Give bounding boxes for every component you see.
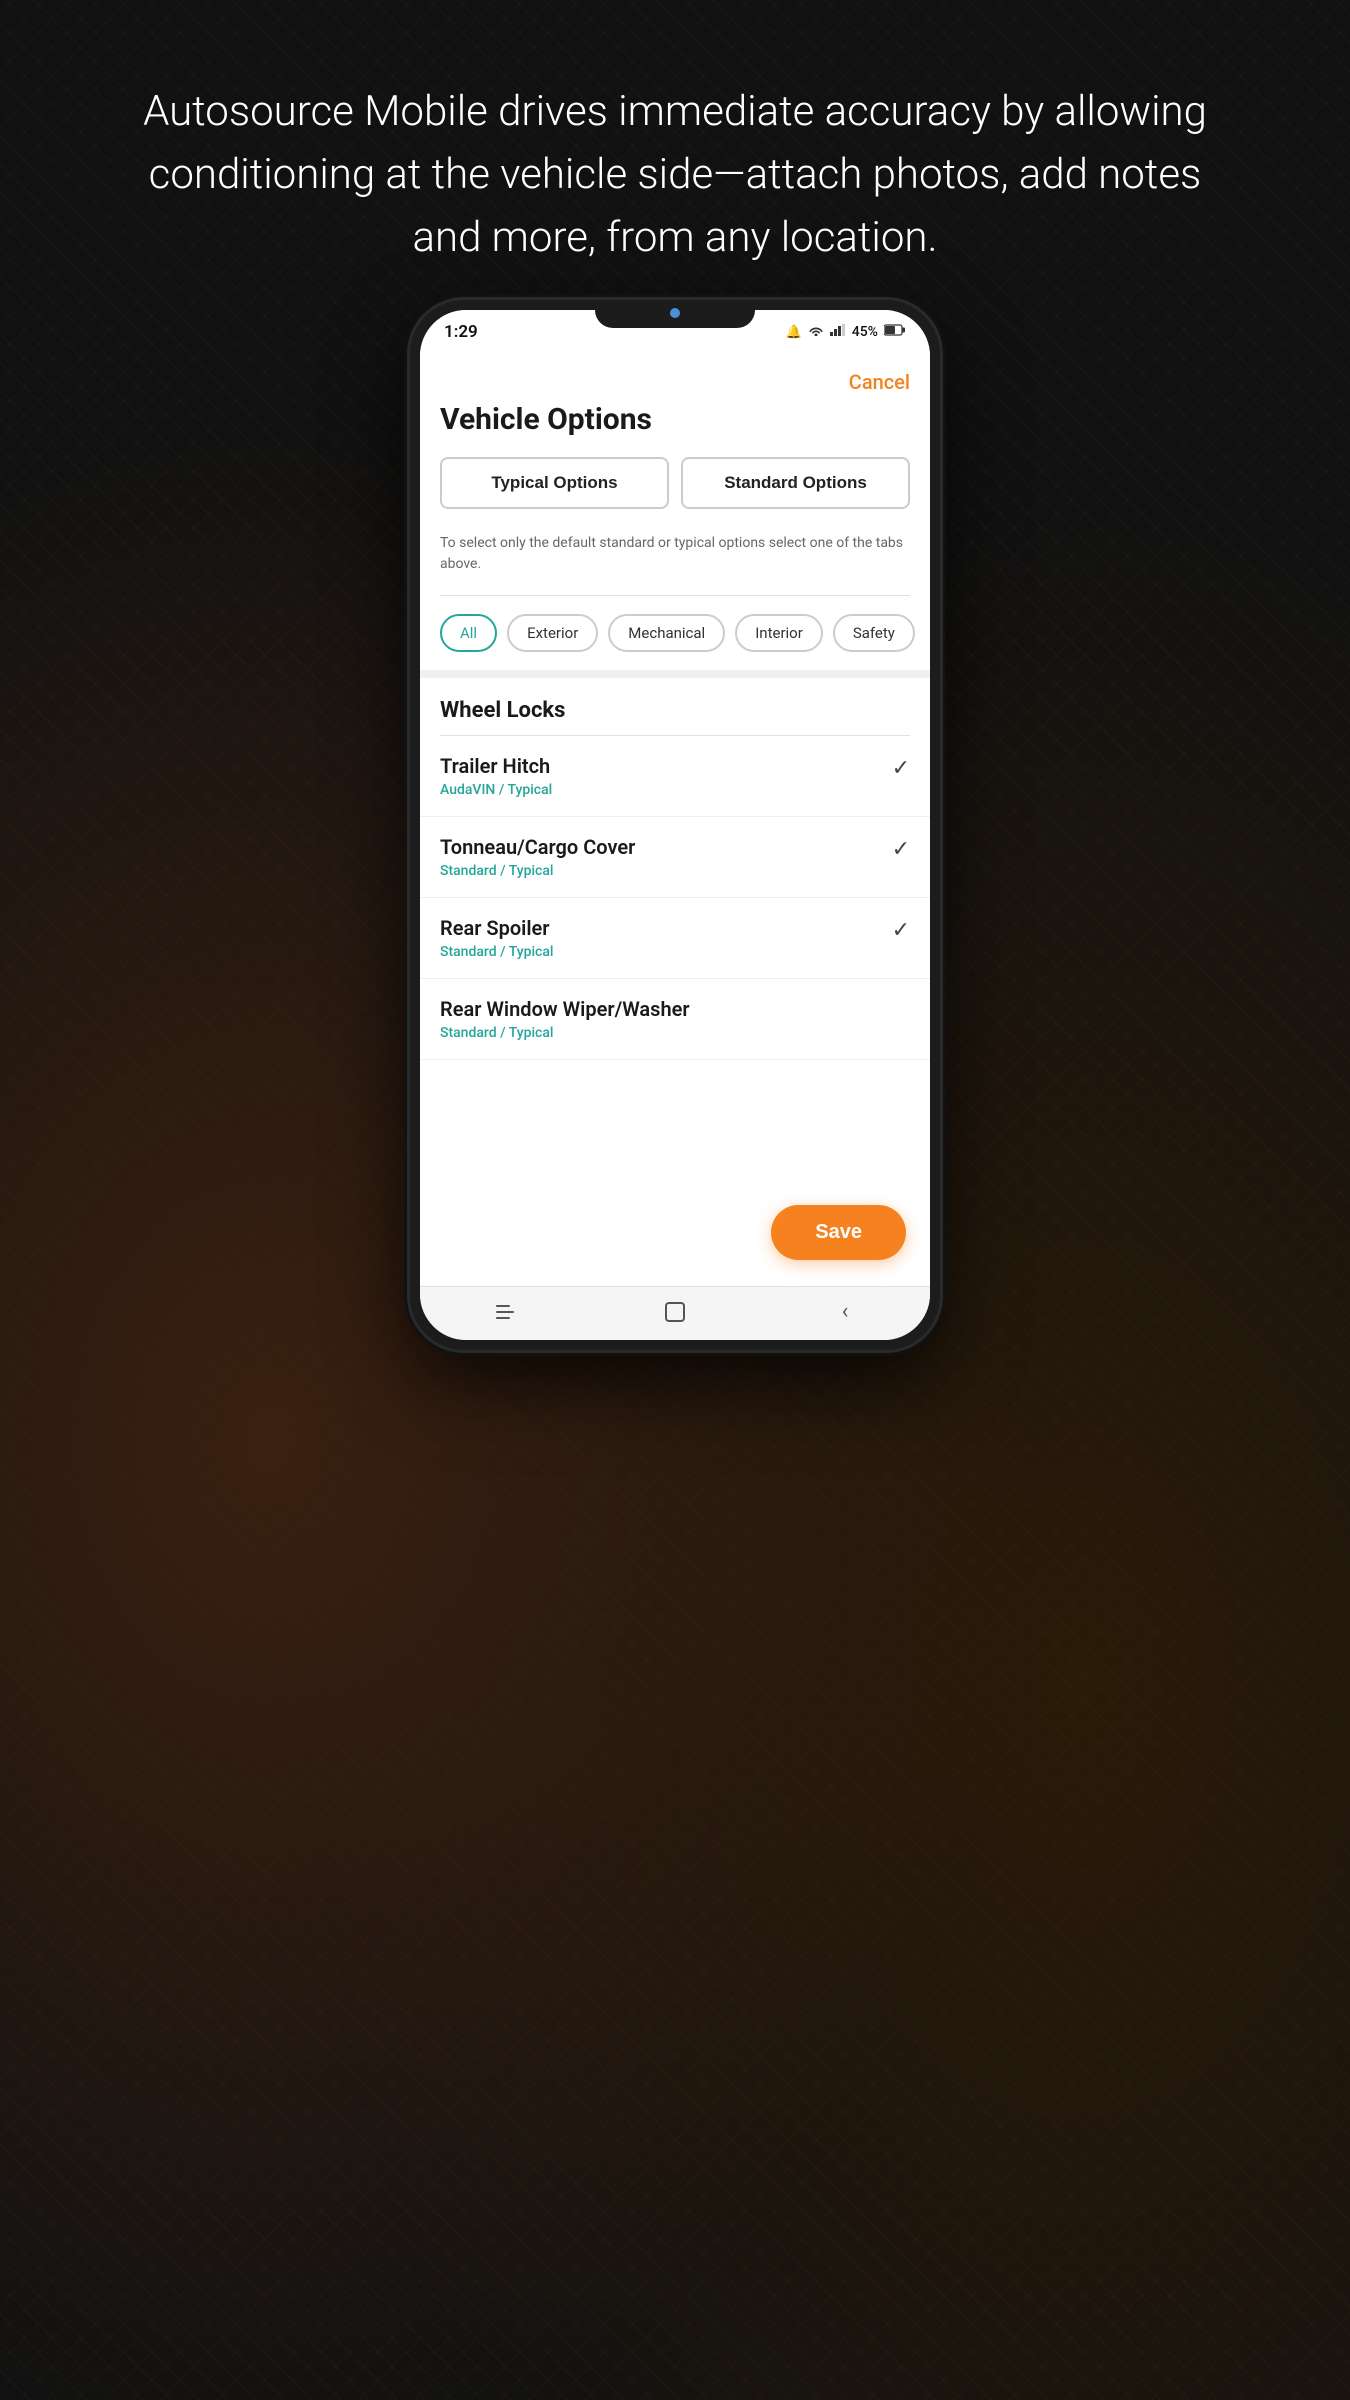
cancel-button[interactable]: Cancel <box>849 370 910 394</box>
phone-frame: 1:29 🔔 45% <box>410 300 940 1350</box>
cancel-bar: Cancel <box>420 354 930 402</box>
headline-text: Autosource Mobile drives immediate accur… <box>0 80 1350 269</box>
nav-home-button[interactable] <box>653 1290 697 1334</box>
section-header-wheel-locks: Wheel Locks <box>420 678 930 735</box>
filter-chip-exterior[interactable]: Exterior <box>507 614 598 652</box>
filter-chips: All Exterior Mechanical Interior Safety <box>420 596 930 670</box>
menu-icon <box>496 1305 514 1319</box>
modal-content: Cancel Vehicle Options Typical Options S… <box>420 354 930 1286</box>
nav-menu-button[interactable] <box>483 1290 527 1334</box>
filter-chip-interior[interactable]: Interior <box>735 614 823 652</box>
item-title: Trailer Hitch <box>440 754 892 778</box>
alarm-icon: 🔔 <box>786 325 802 340</box>
modal-title: Vehicle Options <box>420 402 930 457</box>
item-subtitle: Standard / Typical <box>440 1025 892 1041</box>
item-subtitle: AudaVIN / Typical <box>440 782 892 798</box>
signal-icon <box>830 324 846 340</box>
section-divider <box>420 670 930 678</box>
item-info-rear-wiper: Rear Window Wiper/Washer Standard / Typi… <box>440 997 892 1041</box>
filter-chip-all[interactable]: All <box>440 614 497 652</box>
nav-back-button[interactable]: ‹ <box>823 1290 867 1334</box>
list-item[interactable]: Trailer Hitch AudaVIN / Typical ✓ <box>420 736 930 817</box>
item-info-trailer-hitch: Trailer Hitch AudaVIN / Typical <box>440 754 892 798</box>
standard-options-tab[interactable]: Standard Options <box>681 457 910 509</box>
item-title: Rear Window Wiper/Washer <box>440 997 892 1021</box>
phone-screen: 1:29 🔔 45% <box>420 310 930 1340</box>
item-info-tonneau: Tonneau/Cargo Cover Standard / Typical <box>440 835 892 879</box>
list-item[interactable]: Rear Spoiler Standard / Typical ✓ <box>420 898 930 979</box>
save-button[interactable]: Save <box>771 1205 906 1260</box>
list-item[interactable]: Rear Window Wiper/Washer Standard / Typi… <box>420 979 930 1060</box>
filter-chip-mechanical[interactable]: Mechanical <box>608 614 725 652</box>
item-title: Rear Spoiler <box>440 916 892 940</box>
battery-level: 45% <box>852 324 878 340</box>
item-subtitle: Standard / Typical <box>440 863 892 879</box>
back-icon: ‹ <box>842 1299 849 1324</box>
nav-bar: ‹ <box>420 1286 930 1340</box>
item-subtitle: Standard / Typical <box>440 944 892 960</box>
notch-dot <box>670 308 680 318</box>
hint-text: To select only the default standard or t… <box>420 525 930 595</box>
filter-chip-safety[interactable]: Safety <box>833 614 915 652</box>
checkmark-icon: ✓ <box>892 918 910 943</box>
item-info-rear-spoiler: Rear Spoiler Standard / Typical <box>440 916 892 960</box>
checkmark-icon: ✓ <box>892 756 910 781</box>
phone-notch <box>595 300 755 328</box>
typical-options-tab[interactable]: Typical Options <box>440 457 669 509</box>
battery-icon <box>884 324 906 340</box>
status-time: 1:29 <box>444 322 478 342</box>
home-icon <box>665 1302 685 1322</box>
checkmark-icon: ✓ <box>892 837 910 862</box>
item-title: Tonneau/Cargo Cover <box>440 835 892 859</box>
save-button-wrapper: Save <box>771 1205 906 1260</box>
wifi-icon <box>808 324 824 340</box>
list-item[interactable]: Tonneau/Cargo Cover Standard / Typical ✓ <box>420 817 930 898</box>
tab-buttons: Typical Options Standard Options <box>420 457 930 525</box>
status-icons: 🔔 45% <box>786 324 906 340</box>
